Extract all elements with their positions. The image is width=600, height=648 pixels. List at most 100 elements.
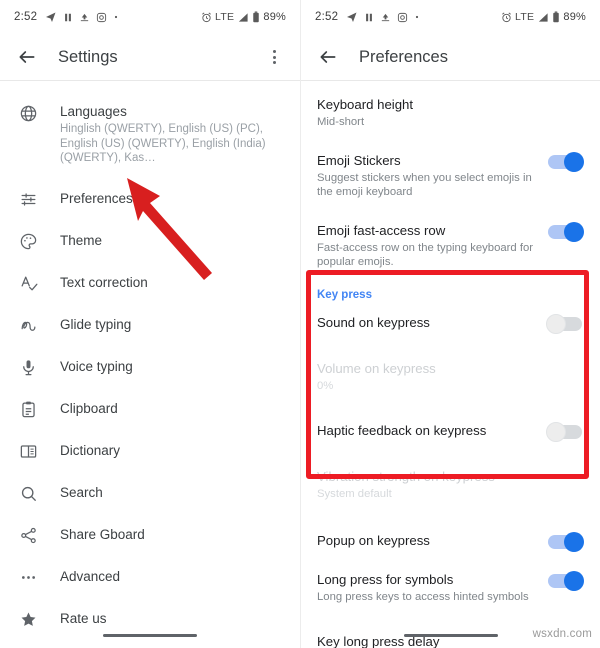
sidebar-item-label: Dictionary [60,443,121,458]
sidebar-item-label: Share Gboard [60,527,145,542]
preferences-app-bar: Preferences [301,34,600,80]
sidebar-item-theme[interactable]: Theme [0,220,300,262]
pref-subtitle: Fast-access row on the typing keyboard f… [317,241,533,269]
back-arrow-icon[interactable] [315,44,341,70]
pref-subtitle: 0% [317,379,334,392]
upload-icon [380,12,391,23]
telegram-icon [346,11,358,23]
sidebar-item-label: Rate us [60,611,107,626]
settings-list: Languages Hinglish (QWERTY), English (US… [0,81,300,640]
status-bar-right: 2:52 LTE 89% [301,0,600,34]
preferences-list: Keyboard height Mid-short Emoji Stickers… [301,81,600,648]
sidebar-item-sublabel: Hinglish (QWERTY), English (US) (PC), En… [60,123,266,164]
pref-haptic-feedback-on-keypress[interactable]: Haptic feedback on keypress [301,404,600,450]
battery-percent: 89% [263,11,286,23]
page-title: Preferences [359,47,448,66]
sidebar-item-label: Advanced [60,569,121,584]
pref-title: Popup on keypress [317,532,430,548]
settings-app-bar: Settings [0,34,300,80]
toggle-haptic-feedback-on-keypress[interactable] [546,422,582,442]
sidebar-item-label: Theme [60,233,103,248]
pref-sound-on-keypress[interactable]: Sound on keypress [301,303,600,342]
dot-icon [414,14,420,20]
dot-icon [113,14,119,20]
status-time: 2:52 [315,11,339,23]
network-type: LTE [214,11,235,23]
status-time: 2:52 [14,11,38,23]
pref-title: Sound on keypress [317,314,430,330]
toggle-emoji-fast-access-row[interactable] [548,221,584,242]
spellcheck-icon [14,274,42,293]
sidebar-item-label: Text correction [60,275,148,290]
sidebar-item-label: Clipboard [60,401,118,416]
sidebar-item-dictionary[interactable]: Dictionary [0,430,300,472]
pref-title: Volume on keypress [317,360,436,376]
sidebar-item-advanced[interactable]: Advanced [0,556,300,598]
more-vertical-icon[interactable] [262,45,286,69]
more-horizontal-icon [14,568,42,587]
pref-vibration-strength-on-keypress: Vibration strength on keypress System de… [301,450,600,513]
signal-icon [237,12,249,23]
screenshot-stage: 2:52 LTE 89% Settings Languages Hinglish… [0,0,600,648]
sidebar-item-text-correction[interactable]: Text correction [0,262,300,304]
share-icon [14,526,42,545]
sidebar-item-label: Languages [60,104,127,119]
pref-title: Vibration strength on keypress [317,469,495,484]
home-indicator-right [403,634,498,637]
sidebar-item-preferences[interactable]: Preferences [0,178,300,220]
alarm-icon [501,12,512,23]
pref-emoji-fast-access-row[interactable]: Emoji fast-access row Fast-access row on… [301,211,600,281]
search-icon [14,484,42,503]
sidebar-item-label: Voice typing [60,359,133,374]
pref-long-press-for-symbols[interactable]: Long press for symbols Long press keys t… [301,560,600,616]
settings-screen: 2:52 LTE 89% Settings Languages Hinglish… [0,0,300,648]
toggle-popup-on-keypress[interactable] [548,531,584,552]
battery-icon [252,11,260,23]
home-indicator-left [103,634,197,637]
pref-subtitle: System default [317,488,392,500]
toggle-sound-on-keypress[interactable] [546,313,582,334]
palette-icon [14,232,42,251]
pref-title: Long press for symbols [317,571,454,587]
toggle-long-press-for-symbols[interactable] [548,570,584,591]
pref-keyboard-height[interactable]: Keyboard height Mid-short [301,85,600,141]
sidebar-item-label: Glide typing [60,317,132,332]
gesture-icon [14,316,42,335]
pause-icon [364,12,374,23]
pause-icon [63,12,73,23]
sidebar-item-label: Search [60,485,103,500]
pref-subtitle: Suggest stickers when you select emojis … [317,171,532,199]
sidebar-item-glide-typing[interactable]: Glide typing [0,304,300,346]
pref-popup-on-keypress[interactable]: Popup on keypress [301,513,600,560]
sidebar-item-share-gboard[interactable]: Share Gboard [0,514,300,556]
star-icon [14,610,42,629]
pref-subtitle: Long press keys to access hinted symbols [317,590,529,603]
globe-icon [14,104,42,123]
pref-title: Emoji fast-access row [317,222,446,238]
pref-title: Keyboard height [317,97,414,112]
status-bar-left: 2:52 LTE 89% [0,0,300,34]
sidebar-item-search[interactable]: Search [0,472,300,514]
pref-emoji-stickers[interactable]: Emoji Stickers Suggest stickers when you… [301,141,600,211]
telegram-icon [45,11,57,23]
dictionary-icon [14,442,42,461]
alarm-icon [201,12,212,23]
page-title: Settings [58,47,118,66]
preferences-screen: 2:52 LTE 89% Preferences Keyboard height… [300,0,600,648]
pref-volume-on-keypress: Volume on keypress 0% [301,342,600,405]
clipboard-icon [14,400,42,419]
instagram-icon [397,12,408,23]
section-header-key-press: Key press [317,288,372,301]
signal-icon [537,12,549,23]
back-arrow-icon[interactable] [14,44,40,70]
toggle-emoji-stickers[interactable] [548,151,584,172]
watermark: wsxdn.com [532,628,592,640]
instagram-icon [96,12,107,23]
pref-title: Haptic feedback on keypress [317,423,487,438]
sidebar-item-clipboard[interactable]: Clipboard [0,388,300,430]
sidebar-item-voice-typing[interactable]: Voice typing [0,346,300,388]
sidebar-item-languages[interactable]: Languages Hinglish (QWERTY), English (US… [0,91,300,178]
pref-subtitle: Mid-short [317,116,365,128]
tune-icon [14,190,42,209]
microphone-icon [14,358,42,377]
